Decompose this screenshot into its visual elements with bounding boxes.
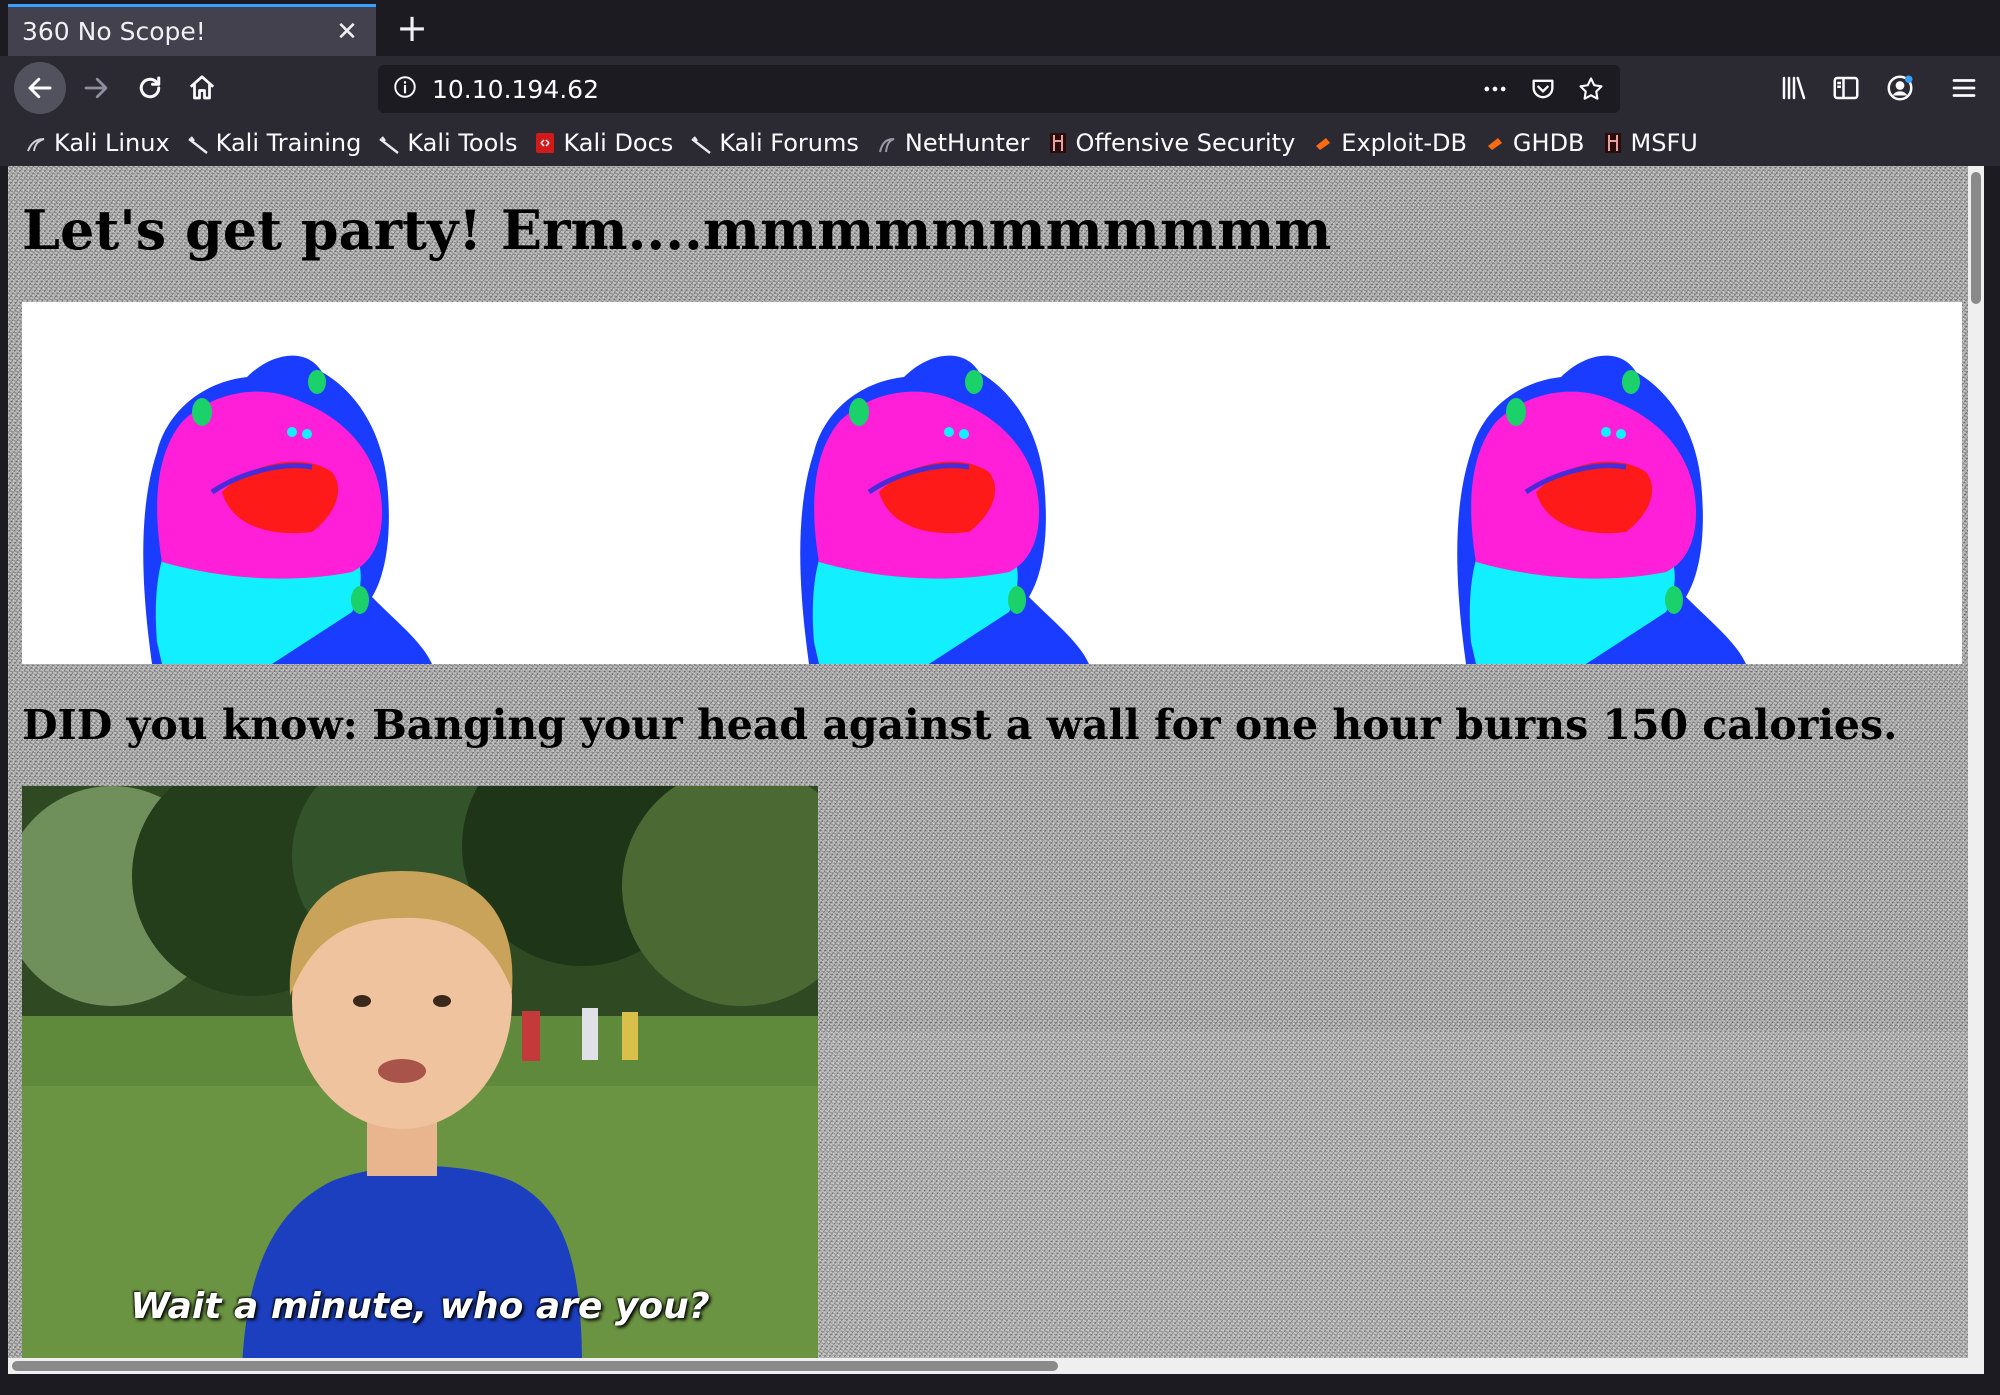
kali-dragon-icon bbox=[379, 131, 400, 155]
bookmark-kali-docs[interactable]: Kali Docs bbox=[535, 129, 673, 157]
pocket-icon[interactable] bbox=[1528, 74, 1558, 104]
rainbow-frog-image bbox=[800, 355, 1089, 664]
bookmark-label: Offensive Security bbox=[1075, 129, 1296, 157]
site-info-icon[interactable] bbox=[392, 74, 418, 104]
account-icon[interactable] bbox=[1880, 68, 1920, 108]
bookmark-msfu[interactable]: MSFU bbox=[1603, 129, 1698, 157]
kali-dragon-icon bbox=[26, 131, 46, 155]
kali-docs-icon bbox=[535, 131, 555, 155]
bookmark-kali-training[interactable]: Kali Training bbox=[187, 129, 362, 157]
library-icon[interactable] bbox=[1774, 68, 1814, 108]
reload-icon bbox=[139, 76, 161, 99]
did-you-know-text: DID you know: Banging your head against … bbox=[22, 701, 1898, 749]
bookmark-label: MSFU bbox=[1630, 129, 1698, 157]
bookmark-offensive-security[interactable]: Offensive Security bbox=[1048, 129, 1296, 157]
frog-gif-strip bbox=[22, 302, 1962, 664]
forward-button[interactable] bbox=[70, 62, 122, 114]
bookmark-label: NetHunter bbox=[904, 129, 1030, 157]
tab-bar: 360 No Scope! ✕ + bbox=[0, 0, 2000, 56]
active-tab[interactable]: 360 No Scope! ✕ bbox=[8, 4, 376, 56]
bookmarks-toolbar: Kali Linux Kali Training Kali Tools Kali… bbox=[0, 120, 2000, 166]
reload-button[interactable] bbox=[124, 62, 176, 114]
bookmark-kali-tools[interactable]: Kali Tools bbox=[379, 129, 517, 157]
bookmark-label: Kali Training bbox=[215, 129, 362, 157]
arrow-left-icon bbox=[28, 77, 52, 99]
bookmark-label: Kali Linux bbox=[54, 129, 170, 157]
window-bottom-edge bbox=[0, 1374, 2000, 1395]
nethunter-icon bbox=[877, 131, 897, 155]
tab-title: 360 No Scope! bbox=[22, 17, 206, 46]
bookmark-exploit-db[interactable]: Exploit-DB bbox=[1313, 129, 1467, 157]
bookmark-label: GHDB bbox=[1512, 129, 1585, 157]
offsec-icon bbox=[1603, 131, 1623, 155]
offsec-icon bbox=[1048, 131, 1068, 155]
url-text[interactable]: 10.10.194.62 bbox=[432, 75, 1480, 104]
url-actions bbox=[1480, 74, 1606, 104]
kid-in-park-image bbox=[22, 786, 818, 1368]
bookmark-ghdb[interactable]: GHDB bbox=[1485, 129, 1585, 157]
sidebar-icon[interactable] bbox=[1826, 68, 1866, 108]
page-viewport: Let's get party! Erm....mmmmmmmmmmm DID … bbox=[8, 166, 1984, 1374]
address-bar[interactable]: 10.10.194.62 bbox=[378, 65, 1620, 113]
page-actions-icon[interactable] bbox=[1480, 74, 1510, 104]
horizontal-scrollbar[interactable] bbox=[8, 1358, 1984, 1374]
home-icon bbox=[189, 75, 215, 100]
navigation-toolbar: 10.10.194.62 bbox=[0, 56, 2000, 120]
rainbow-frog-image bbox=[143, 355, 432, 664]
home-button[interactable] bbox=[176, 62, 228, 114]
bookmark-kali-forums[interactable]: Kali Forums bbox=[691, 129, 859, 157]
exploitdb-icon bbox=[1485, 131, 1505, 155]
gif-caption: Wait a minute, who are you? bbox=[130, 1286, 710, 1327]
kali-dragon-icon bbox=[691, 131, 712, 155]
exploitdb-icon bbox=[1313, 131, 1333, 155]
bookmark-star-icon[interactable] bbox=[1576, 74, 1606, 104]
bookmark-nethunter[interactable]: NetHunter bbox=[877, 129, 1030, 157]
background-noise-region bbox=[818, 1031, 1984, 1374]
bookmark-label: Exploit-DB bbox=[1341, 129, 1467, 157]
back-button[interactable] bbox=[14, 62, 66, 114]
horizontal-scroll-thumb[interactable] bbox=[12, 1361, 1058, 1371]
arrow-right-icon bbox=[84, 77, 108, 99]
bookmark-label: Kali Docs bbox=[563, 129, 674, 157]
bookmark-kali-linux[interactable]: Kali Linux bbox=[26, 129, 170, 157]
new-tab-icon[interactable]: + bbox=[390, 6, 434, 50]
wait-a-minute-gif: Wait a minute, who are you? bbox=[22, 786, 818, 1368]
close-tab-icon[interactable]: ✕ bbox=[332, 17, 362, 47]
vertical-scroll-thumb[interactable] bbox=[1971, 172, 1981, 304]
rainbow-frog-image bbox=[1457, 355, 1746, 664]
menu-icon[interactable] bbox=[1944, 68, 1984, 108]
bookmark-label: Kali Forums bbox=[719, 129, 859, 157]
page-heading: Let's get party! Erm....mmmmmmmmmmm bbox=[22, 198, 1332, 262]
vertical-scrollbar[interactable] bbox=[1968, 166, 1984, 1374]
bookmark-label: Kali Tools bbox=[407, 129, 518, 157]
kali-dragon-icon bbox=[187, 131, 208, 155]
